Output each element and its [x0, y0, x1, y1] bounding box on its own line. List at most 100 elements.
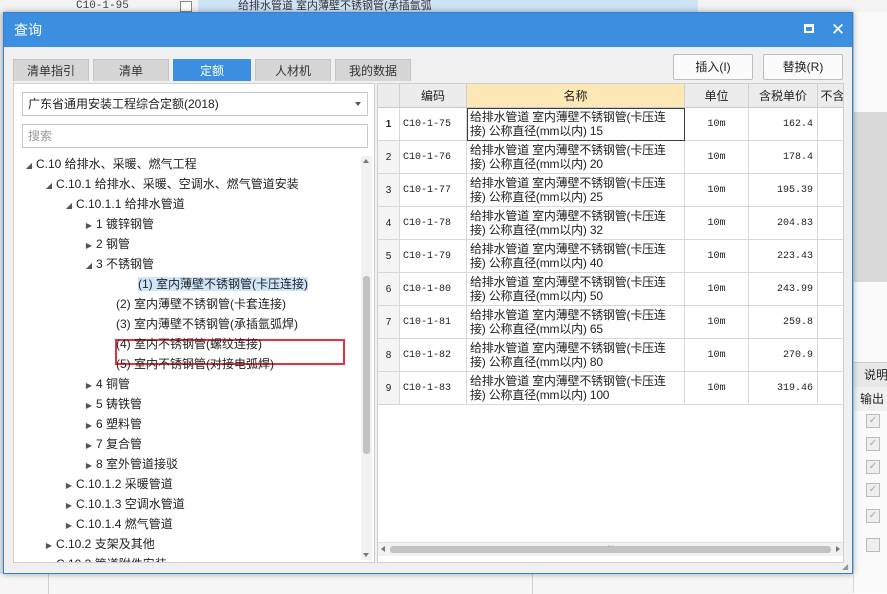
checkbox-icon[interactable]: ✓ [866, 437, 880, 451]
column-header-unit[interactable]: 单位 [685, 84, 749, 108]
row-number[interactable]: 6 [378, 273, 400, 306]
tree-node[interactable]: (2) 室内薄壁不锈钢管(卡套连接) [102, 294, 286, 314]
cell-price-excl [818, 174, 843, 207]
tree-node[interactable]: ▶C.10.3 管道附件安装 [42, 554, 167, 562]
checkbox-icon[interactable]: ✓ [866, 509, 880, 523]
resize-grip-icon[interactable]: ◢ [842, 563, 850, 571]
tree-node[interactable]: ◢ C.10.1.1 给排水管道 [62, 194, 185, 214]
tree-node-label: C.10.1.2 采暖管道 [76, 477, 173, 491]
dialog-titlebar[interactable]: 查询 ✕ [4, 13, 852, 47]
background-gray-block [854, 112, 887, 282]
row-number[interactable]: 5 [378, 240, 400, 273]
cell-unit: 10m [685, 240, 749, 273]
tree-node[interactable]: ◢ C.10 给排水、采暖、燃气工程 [22, 154, 197, 174]
triangle-right-icon[interactable]: ▶ [62, 476, 76, 496]
maximize-icon[interactable] [804, 24, 814, 33]
chevron-down-icon[interactable] [355, 102, 361, 106]
row-number[interactable]: 9 [378, 372, 400, 405]
checkbox-icon[interactable]: ✓ [866, 414, 880, 428]
row-number[interactable]: 3 [378, 174, 400, 207]
triangle-right-icon[interactable]: ▶ [62, 516, 76, 536]
triangle-right-icon[interactable]: ▶ [62, 496, 76, 516]
cell-price: 259.8 [749, 306, 818, 339]
scroll-down-icon[interactable] [363, 553, 369, 557]
triangle-right-icon[interactable]: ▶ [82, 396, 96, 416]
row-number[interactable]: 2 [378, 141, 400, 174]
insert-button[interactable]: 插入(I) [673, 54, 753, 80]
background-header-output: 输出 [854, 387, 887, 411]
tree-vertical-scrollbar[interactable] [361, 156, 372, 560]
triangle-down-icon[interactable]: ◢ [82, 256, 96, 276]
cell-unit: 10m [685, 372, 749, 405]
triangle-right-icon[interactable]: ▶ [42, 536, 56, 556]
cell-name: 给排水管道 室内薄壁不锈钢管(卡压连接) 公称直径(mm以内) 50 [467, 273, 685, 306]
tree-node[interactable]: ◢ 3 不锈钢管 [82, 254, 154, 274]
tree-node[interactable]: (5) 室内不锈钢管(对接电弧焊) [102, 354, 274, 374]
triangle-right-icon[interactable]: ▶ [82, 456, 96, 476]
tab-my-data[interactable]: 我的数据 [335, 59, 411, 81]
tree-node[interactable]: ▶ 5 铸铁管 [82, 394, 142, 414]
tree-node-label: (4) 室内不锈钢管(螺纹连接) [116, 337, 262, 351]
tab-list-guide[interactable]: 清单指引 [13, 59, 89, 81]
cell-name: 给排水管道 室内薄壁不锈钢管(卡压连接) 公称直径(mm以内) 15 [467, 108, 685, 141]
triangle-down-icon[interactable]: ◢ [62, 196, 76, 216]
tree-node[interactable]: ▶ C.10.2 支架及其他 [42, 534, 155, 554]
triangle-right-icon[interactable]: ▶ [82, 216, 96, 236]
quota-grid: 编码 名称 单位 含税单价 不含 1 C10-1-75 给排水管道 室内薄壁不锈钢管… [377, 83, 844, 563]
scroll-thumb[interactable] [363, 276, 370, 454]
column-header-price[interactable]: 含税单价 [749, 84, 818, 108]
column-header-name[interactable]: 名称 [467, 84, 685, 108]
triangle-right-icon[interactable]: ▶ [42, 556, 56, 562]
triangle-right-icon[interactable]: ▶ [82, 416, 96, 436]
search-input[interactable] [22, 124, 368, 148]
column-header-code[interactable]: 编码 [400, 84, 467, 108]
tree-node-label: 1 镀锌钢管 [96, 217, 155, 231]
tree-node[interactable]: ◢ C.10.1 给排水、采暖、空调水、燃气管道安装 [42, 174, 299, 194]
tree-node-label: 6 塑料管 [96, 417, 143, 431]
background-checkbox [180, 1, 192, 12]
cell-code: C10-1-77 [400, 174, 467, 207]
tree-node[interactable]: ▶ 4 铜管 [82, 374, 130, 394]
background-right-panel: 说明 输出 ✓ ✓ ✓ ✓ ✓ [853, 12, 887, 593]
grid-horizontal-scrollbar[interactable]: ⋯ [378, 542, 843, 556]
tree-node[interactable]: ▶ C.10.1.2 采暖管道 [62, 474, 173, 494]
triangle-down-icon[interactable]: ◢ [22, 156, 36, 176]
tree-node[interactable]: ▶ 2 钢管 [82, 234, 130, 254]
replace-button[interactable]: 替换(R) [763, 54, 843, 80]
tree-node-label: C.10.3 管道附件安装 [56, 557, 167, 562]
scroll-right-icon[interactable] [836, 546, 840, 552]
library-select[interactable]: 广东省通用安装工程综合定额(2018) [22, 92, 368, 116]
tab-quota[interactable]: 定额 [173, 59, 251, 81]
scroll-left-icon[interactable] [381, 546, 385, 552]
triangle-right-icon[interactable]: ▶ [82, 236, 96, 256]
tab-labor-material-machine[interactable]: 人材机 [255, 59, 331, 81]
checkbox-icon[interactable] [866, 538, 880, 552]
close-icon[interactable]: ✕ [828, 19, 848, 41]
triangle-right-icon[interactable]: ▶ [82, 436, 96, 456]
column-header-price-excl[interactable]: 不含 [818, 84, 843, 108]
triangle-right-icon[interactable]: ▶ [82, 376, 96, 396]
row-number[interactable]: 4 [378, 207, 400, 240]
row-number[interactable]: 7 [378, 306, 400, 339]
row-number[interactable]: 8 [378, 339, 400, 372]
tab-list[interactable]: 清单 [93, 59, 169, 81]
tree-node[interactable]: ▶ C.10.1.3 空调水管道 [62, 494, 185, 514]
background-name: 给排水管道 室内薄壁不锈钢管(承插氩弧 [238, 0, 432, 12]
tree-node[interactable]: ▶ 6 塑料管 [82, 414, 142, 434]
tree-node[interactable]: (3) 室内薄壁不锈钢管(承插氩弧焊) [102, 314, 298, 334]
tree-node-label: 4 铜管 [96, 377, 131, 391]
cell-price-excl [818, 240, 843, 273]
checkbox-icon[interactable]: ✓ [866, 460, 880, 474]
scroll-up-icon[interactable] [363, 159, 369, 163]
tree-node[interactable]: ▶ 8 室外管道接驳 [82, 454, 178, 474]
tree-node[interactable]: ▶ 1 镀锌钢管 [82, 214, 154, 234]
checkbox-icon[interactable]: ✓ [866, 483, 880, 497]
tree-node[interactable]: ▶ C.10.1.4 燃气管道 [62, 514, 173, 534]
cell-price-excl [818, 273, 843, 306]
tree-node[interactable]: ▶ 7 复合管 [82, 434, 142, 454]
triangle-down-icon[interactable]: ◢ [42, 176, 56, 196]
tree-node-selected[interactable]: (1) 室内薄壁不锈钢管(卡压连接) [124, 274, 308, 294]
tree-node[interactable]: (4) 室内不锈钢管(螺纹连接) [102, 334, 262, 354]
row-number[interactable]: 1 [378, 108, 400, 141]
cell-price: 243.99 [749, 273, 818, 306]
